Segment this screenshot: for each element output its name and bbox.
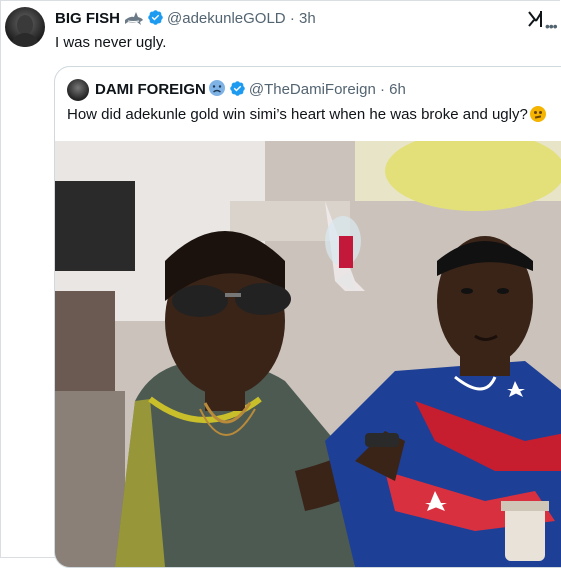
tweet-card[interactable]: BIG FISH @adekunleGOLD · 3h ••• I was nev… [0,0,561,568]
photo-illustration [55,141,561,567]
quoted-timestamp[interactable]: 6h [389,81,406,98]
tweet-header: BIG FISH @adekunleGOLD · 3h [55,9,316,32]
avatar-body [11,33,39,47]
quoted-tweet[interactable]: DAMI FOREIGN @TheDamiForeign · 6h How did… [54,66,561,568]
quoted-avatar[interactable] [67,79,89,101]
tweet-text: I was never ugly. [55,34,167,51]
more-options-icon[interactable]: ••• [545,18,558,34]
quoted-tweet-text: How did adekunle gold win simi’s heart w… [67,105,546,125]
separator-dot: · [379,81,385,98]
tweet-photo[interactable] [55,141,561,567]
author-name[interactable]: BIG FISH [55,10,120,27]
separator-dot: · [289,10,295,27]
quoted-tweet-text-body: How did adekunle gold win simi’s heart w… [67,106,528,123]
thinking-face-emoji-icon [529,106,546,122]
avatar[interactable] [5,7,45,47]
grok-icon[interactable] [526,9,546,29]
verified-badge-icon[interactable] [147,9,164,32]
quoted-author-handle[interactable]: @TheDamiForeign [249,81,376,98]
quoted-tweet-header: DAMI FOREIGN @TheDamiForeign · 6h [95,79,406,103]
timestamp[interactable]: 3h [299,10,316,27]
sad-face-emoji-icon [208,79,226,103]
verified-badge-icon[interactable] [229,80,246,103]
author-handle[interactable]: @adekunleGOLD [167,10,286,27]
quoted-author-name[interactable]: DAMI FOREIGN [95,81,206,98]
avatar-face [17,15,33,35]
shark-emoji-icon [124,10,144,32]
